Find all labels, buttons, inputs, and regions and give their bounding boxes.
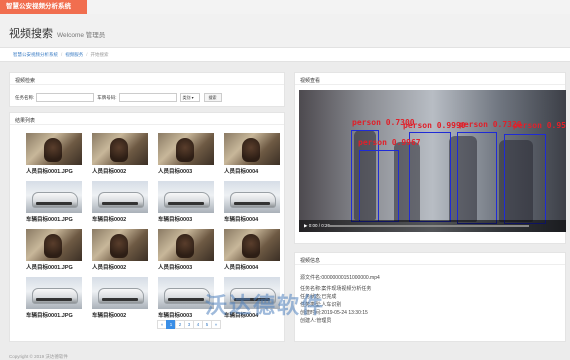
car-thumbnail[interactable] <box>224 181 280 213</box>
result-item[interactable]: 人员目标0003 <box>158 229 218 271</box>
video-time: 0:00 / 0:26 <box>308 223 331 228</box>
result-caption: 人员目标0003 <box>158 169 193 175</box>
person-thumbnail[interactable] <box>158 229 214 261</box>
video-progress-bar[interactable] <box>329 225 529 227</box>
detection-label: person 0.9967 <box>358 138 421 147</box>
breadcrumb-current: 开始搜索 <box>90 52 109 57</box>
result-caption: 人员目标0001.JPG <box>26 265 73 271</box>
watermark: 沃达德软件 <box>205 293 326 318</box>
video-controls[interactable]: ▶ 0:00 / 0:26 <box>299 220 566 232</box>
person-thumbnail[interactable] <box>158 133 214 165</box>
result-caption: 车辆目标0004 <box>224 217 259 223</box>
result-caption: 人员目标0001.JPG <box>26 169 73 175</box>
chevron-down-icon: ▾ <box>191 95 194 100</box>
video-file-name: 源文件名:00000000151000000.mp4 <box>300 275 380 281</box>
breadcrumb-separator: / <box>86 52 88 57</box>
result-caption: 人员目标0004 <box>224 169 259 175</box>
breadcrumb-video-service[interactable]: 视频服务 <box>65 52 83 57</box>
page-title-text: 视频搜索 <box>9 28 53 40</box>
task-name-label: 任务名称: <box>15 94 35 100</box>
car-thumbnail[interactable] <box>26 181 82 213</box>
detection-box <box>504 134 546 224</box>
search-button[interactable]: 搜索 <box>203 93 222 102</box>
result-item[interactable]: 车辆目标0001.JPG <box>26 181 86 223</box>
result-caption: 人员目标0002 <box>92 265 127 271</box>
car-thumbnail[interactable] <box>158 181 214 213</box>
person-thumbnail[interactable] <box>26 229 82 261</box>
result-caption: 车辆目标0001.JPG <box>26 313 73 319</box>
result-item[interactable]: 人员目标0001.JPG <box>26 133 86 175</box>
brand-logo[interactable]: 智慧公安视频分析系统 <box>0 0 87 14</box>
person-thumbnail[interactable] <box>224 229 280 261</box>
result-item[interactable]: 人员目标0002 <box>92 133 152 175</box>
video-panel-title: 视频查看 <box>295 73 565 85</box>
search-panel: 视频检索 任务名称: 车牌号码: 类别 ▾ 搜索 <box>9 72 285 107</box>
detection-box <box>359 150 399 222</box>
results-panel-title: 结果列表 <box>10 113 284 125</box>
result-item[interactable]: 车辆目标0001.JPG <box>26 277 86 319</box>
result-caption: 车辆目标0002 <box>92 313 127 319</box>
person-thumbnail[interactable] <box>92 133 148 165</box>
result-item[interactable]: 车辆目标0003 <box>158 181 218 223</box>
result-caption: 人员目标0004 <box>224 265 259 271</box>
plate-number-input[interactable] <box>118 93 177 102</box>
detection-label: person 0.9990 <box>403 121 466 130</box>
pagination-next[interactable]: » <box>211 320 221 329</box>
result-item[interactable]: 人员目标0001.JPG <box>26 229 86 271</box>
person-thumbnail[interactable] <box>26 133 82 165</box>
play-icon[interactable]: ▶ <box>304 223 307 228</box>
car-thumbnail[interactable] <box>92 277 148 309</box>
person-thumbnail[interactable] <box>92 229 148 261</box>
footer-copyright: Copyright © 2019 沃达德软件 <box>9 354 68 359</box>
category-select[interactable]: 类别 ▾ <box>179 93 200 102</box>
page-title: 视频搜索 Welcome 管理员 <box>9 25 105 41</box>
result-item[interactable]: 人员目标0002 <box>92 229 152 271</box>
breadcrumb: 智慧公安视频分析系统 / 视频服务 / 开始搜索 <box>0 47 570 62</box>
pagination: « 1 2 3 4 5 » <box>157 320 221 329</box>
result-item[interactable]: 人员目标0003 <box>158 133 218 175</box>
search-panel-title: 视频检索 <box>10 73 284 85</box>
detection-label: person 0.951 <box>513 121 566 130</box>
search-form: 任务名称: 车牌号码: 类别 ▾ 搜索 <box>15 93 222 102</box>
person-thumbnail[interactable] <box>224 133 280 165</box>
result-caption: 人员目标0002 <box>92 169 127 175</box>
result-item[interactable]: 人员目标0004 <box>224 133 284 175</box>
result-caption: 人员目标0003 <box>158 265 193 271</box>
result-caption: 车辆目标0003 <box>158 217 193 223</box>
task-name-input[interactable] <box>36 93 95 102</box>
result-item[interactable]: 车辆目标0002 <box>92 181 152 223</box>
car-thumbnail[interactable] <box>26 277 82 309</box>
video-info-title: 视频信息 <box>295 253 565 265</box>
result-caption: 车辆目标0001.JPG <box>26 217 73 223</box>
page-subtitle: Welcome 管理员 <box>57 32 106 39</box>
detection-box <box>457 132 497 224</box>
category-select-value: 类别 <box>182 95 191 100</box>
breadcrumb-separator: / <box>61 52 63 57</box>
breadcrumb-home[interactable]: 智慧公安视频分析系统 <box>13 52 58 57</box>
video-player[interactable]: person 0.7300 person 0.9967 person 0.999… <box>299 90 566 232</box>
result-item[interactable]: 车辆目标0004 <box>224 181 284 223</box>
result-caption: 车辆目标0002 <box>92 217 127 223</box>
result-item[interactable]: 人员目标0004 <box>224 229 284 271</box>
car-thumbnail[interactable] <box>92 181 148 213</box>
result-item[interactable]: 车辆目标0002 <box>92 277 152 319</box>
plate-number-label: 车牌号码: <box>97 94 117 100</box>
